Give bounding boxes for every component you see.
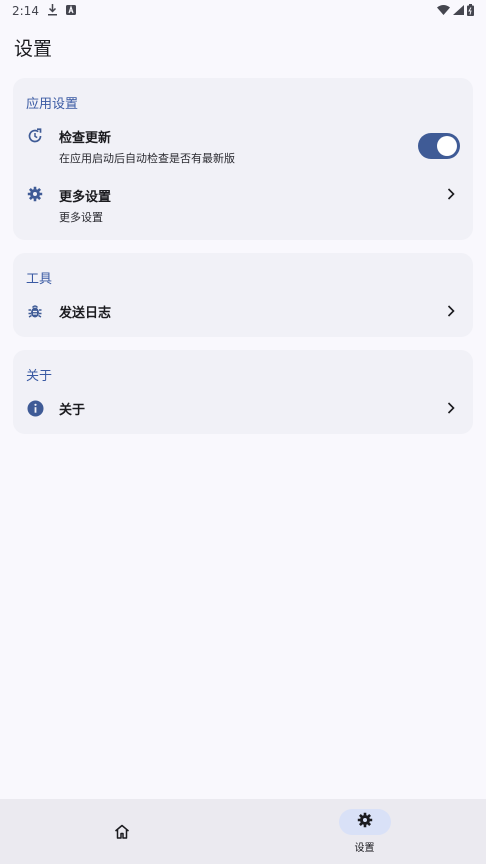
about-title: 关于 — [59, 403, 86, 418]
nav-home[interactable] — [0, 799, 243, 864]
signal-icon — [453, 4, 464, 18]
update-icon — [26, 127, 44, 145]
gear-icon — [357, 812, 373, 832]
check-update-subtitle: 在应用启动后自动检查是否有最新版 — [59, 152, 235, 165]
check-update-toggle[interactable] — [418, 133, 460, 159]
send-log-item[interactable]: 发送日志 — [13, 297, 473, 325]
info-icon — [26, 399, 44, 417]
more-settings-item[interactable]: 更多设置 更多设置 — [13, 182, 473, 226]
nav-settings[interactable]: 设置 — [243, 799, 486, 864]
nav-settings-label: 设置 — [354, 843, 375, 854]
toggle-knob — [437, 136, 457, 156]
app-settings-section-title: 应用设置 — [26, 97, 79, 112]
bug-icon — [26, 302, 44, 320]
about-item[interactable]: 关于 — [13, 394, 473, 422]
nav-settings-indicator — [339, 809, 391, 835]
chevron-right-icon — [445, 305, 457, 317]
check-update-title: 检查更新 — [59, 131, 112, 146]
gear-icon — [26, 185, 44, 203]
more-settings-title: 更多设置 — [59, 190, 112, 205]
chevron-right-icon — [445, 188, 457, 200]
home-icon — [96, 818, 148, 844]
status-bar: 2:14 — [0, 0, 486, 22]
page-title: 设置 — [14, 38, 53, 60]
tools-card: 工具 发送日志 — [13, 253, 473, 337]
battery-icon — [467, 3, 474, 19]
send-log-title: 发送日志 — [59, 306, 112, 321]
download-icon — [47, 3, 58, 19]
tools-section-title: 工具 — [26, 272, 53, 287]
about-card: 关于 关于 — [13, 350, 473, 434]
about-section-title: 关于 — [26, 369, 53, 384]
bottom-navigation: 设置 — [0, 799, 486, 864]
app-settings-card: 应用设置 检查更新 在应用启动后自动检查是否有最新版 更多设置 更多设置 — [13, 78, 473, 240]
check-update-item[interactable]: 检查更新 在应用启动后自动检查是否有最新版 — [13, 124, 473, 168]
wifi-icon — [437, 4, 450, 18]
chevron-right-icon — [445, 402, 457, 414]
status-time: 2:14 — [12, 4, 39, 18]
app-notification-icon — [65, 4, 76, 18]
more-settings-subtitle: 更多设置 — [59, 211, 103, 224]
